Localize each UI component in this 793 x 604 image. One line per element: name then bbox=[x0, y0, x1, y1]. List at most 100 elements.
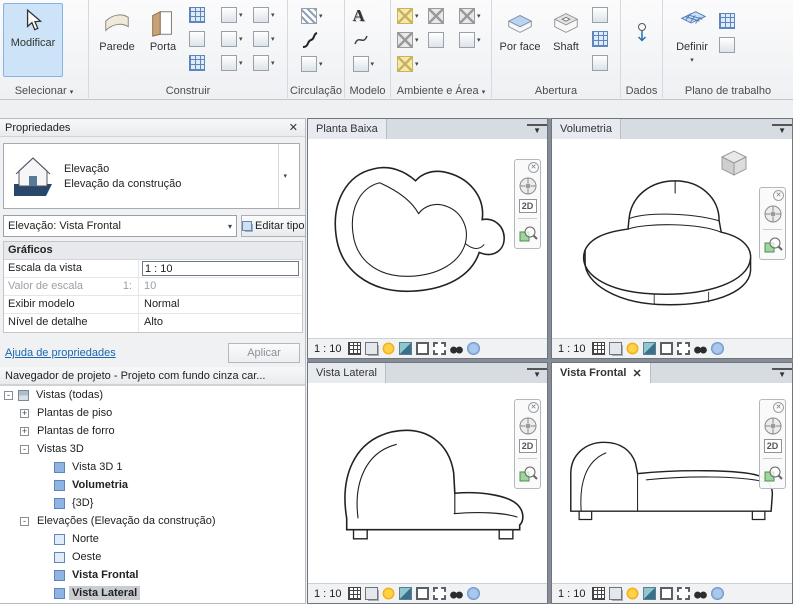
curtain-system-button[interactable] bbox=[187, 55, 219, 71]
window-button[interactable] bbox=[187, 7, 219, 23]
edit-type-button[interactable]: Editar tipo bbox=[241, 215, 306, 237]
steering-wheel-icon[interactable] bbox=[763, 204, 783, 224]
crop-view-icon[interactable] bbox=[415, 587, 429, 600]
tree-item-elevacoes[interactable]: - Elevações (Elevação da construção) bbox=[0, 512, 305, 530]
2d-wheel-icon[interactable]: 2D bbox=[763, 439, 782, 453]
color-scheme-button[interactable]: ▾ bbox=[395, 56, 426, 72]
type-selector-arrow[interactable]: ▾ bbox=[278, 144, 291, 208]
navbar-close-icon[interactable]: ✕ bbox=[528, 162, 539, 173]
crop-view-icon[interactable] bbox=[659, 587, 673, 600]
navigation-bar[interactable]: ✕ 2D bbox=[759, 399, 786, 489]
visual-style-icon[interactable] bbox=[608, 587, 622, 600]
viewport-vista-frontal[interactable]: Vista Frontal ✕ ▼ ✕ 2D 1: 10 bbox=[551, 362, 793, 604]
visual-style-icon[interactable] bbox=[608, 342, 622, 355]
steering-wheel-icon[interactable] bbox=[518, 416, 538, 436]
ramp-button[interactable]: ▾ bbox=[299, 56, 333, 72]
2d-wheel-icon[interactable]: 2D bbox=[518, 199, 537, 213]
shadows-icon[interactable] bbox=[642, 342, 656, 355]
model-group-button[interactable]: ▾ bbox=[351, 56, 385, 72]
component-button[interactable]: ▾ bbox=[219, 7, 251, 23]
tree-item-vistas-todas[interactable]: - Vistas (todas) bbox=[0, 386, 305, 404]
reveal-hidden-elements-icon[interactable] bbox=[466, 342, 480, 355]
reveal-hidden-elements-icon[interactable] bbox=[710, 587, 724, 600]
shadows-icon[interactable] bbox=[398, 587, 412, 600]
steering-wheel-icon[interactable] bbox=[763, 416, 783, 436]
tree-item-vistas-3d[interactable]: - Vistas 3D bbox=[0, 440, 305, 458]
apply-button[interactable]: Aplicar bbox=[228, 343, 300, 363]
tab-volumetria[interactable]: Volumetria bbox=[552, 119, 621, 139]
viewport-planta-baixa[interactable]: Planta Baixa ▼ ✕ 2D 1: 10 bbox=[307, 118, 548, 359]
show-crop-region-icon[interactable] bbox=[432, 342, 446, 355]
view-canvas[interactable]: ✕ bbox=[552, 139, 792, 338]
tree-toggle[interactable]: + bbox=[20, 408, 29, 418]
navigation-bar[interactable]: ✕ 2D bbox=[514, 159, 541, 249]
2d-wheel-icon[interactable]: 2D bbox=[518, 439, 537, 453]
railing-button[interactable]: ▾ bbox=[299, 8, 333, 24]
tree-item-vista-lateral[interactable]: Vista Lateral bbox=[0, 584, 305, 602]
tag-room-button[interactable]: ▾ bbox=[457, 8, 488, 24]
navigation-bar[interactable]: ✕ 2D bbox=[514, 399, 541, 489]
navbar-close-icon[interactable]: ✕ bbox=[773, 402, 784, 413]
show-crop-region-icon[interactable] bbox=[676, 587, 690, 600]
show-workplane-button[interactable] bbox=[717, 13, 743, 29]
viewcube-icon[interactable] bbox=[716, 145, 752, 179]
section-graficos[interactable]: Gráficos bbox=[4, 242, 302, 260]
sun-path-icon[interactable] bbox=[381, 587, 395, 600]
level-button[interactable] bbox=[621, 0, 662, 44]
dormer-opening-button[interactable] bbox=[590, 55, 616, 71]
opening-by-face-button[interactable]: Por face bbox=[498, 3, 542, 77]
area-button[interactable]: ▾ bbox=[395, 32, 426, 48]
tree-item-plantas-forro[interactable]: + Plantas de forro bbox=[0, 422, 305, 440]
show-crop-region-icon[interactable] bbox=[432, 587, 446, 600]
reveal-hidden-elements-icon[interactable] bbox=[466, 587, 480, 600]
tree-toggle[interactable]: + bbox=[20, 426, 29, 436]
zoom-icon[interactable] bbox=[763, 235, 783, 255]
tree-item-vista-3d-1[interactable]: Vista 3D 1 bbox=[0, 458, 305, 476]
type-selector[interactable]: Elevação Elevação da construção ▾ bbox=[3, 143, 300, 209]
wall-opening-button[interactable] bbox=[590, 7, 616, 23]
roof-button[interactable]: ▾ bbox=[251, 7, 283, 23]
tree-item-norte[interactable]: Norte bbox=[0, 530, 305, 548]
view-menu-icon[interactable]: ▼ bbox=[772, 368, 792, 379]
view-canvas[interactable]: ✕ 2D bbox=[552, 383, 792, 583]
temporary-hide-isolate-icon[interactable] bbox=[693, 587, 707, 600]
workplane-viewer-button[interactable] bbox=[717, 37, 743, 53]
tab-vista-frontal[interactable]: Vista Frontal ✕ bbox=[552, 363, 651, 383]
viewport-volumetria[interactable]: Volumetria ▼ ✕ 1: 10 bbox=[551, 118, 793, 359]
tree-item-volumetria[interactable]: Volumetria bbox=[0, 476, 305, 494]
view-scale[interactable]: 1 : 10 bbox=[558, 588, 586, 600]
navbar-close-icon[interactable]: ✕ bbox=[773, 190, 784, 201]
shadows-icon[interactable] bbox=[642, 587, 656, 600]
view-canvas[interactable]: ✕ 2D bbox=[308, 383, 547, 583]
detail-level-icon[interactable] bbox=[347, 587, 361, 600]
vertical-opening-button[interactable] bbox=[590, 31, 616, 47]
properties-help-link[interactable]: Ajuda de propriedades bbox=[5, 347, 116, 359]
set-workplane-button[interactable]: Definir ▾ bbox=[669, 3, 715, 77]
sun-path-icon[interactable] bbox=[381, 342, 395, 355]
detail-level-icon[interactable] bbox=[347, 342, 361, 355]
view-menu-icon[interactable]: ▼ bbox=[527, 368, 547, 379]
view-menu-icon[interactable]: ▼ bbox=[527, 124, 547, 135]
room-separator-button[interactable] bbox=[426, 8, 457, 24]
room-button[interactable]: ▾ bbox=[395, 8, 426, 24]
navigation-bar[interactable]: ✕ bbox=[759, 187, 786, 260]
shaft-opening-button[interactable]: Shaft bbox=[544, 3, 588, 77]
view-canvas[interactable]: ✕ 2D bbox=[308, 139, 547, 338]
tree-toggle[interactable]: - bbox=[20, 516, 29, 526]
steering-wheel-icon[interactable] bbox=[518, 176, 538, 196]
tab-vista-lateral[interactable]: Vista Lateral bbox=[308, 363, 386, 383]
view-scale[interactable]: 1 : 10 bbox=[314, 343, 342, 355]
model-line-button[interactable] bbox=[351, 32, 385, 48]
temporary-hide-isolate-icon[interactable] bbox=[449, 342, 463, 355]
shadows-icon[interactable] bbox=[398, 342, 412, 355]
tree-item-plantas-piso[interactable]: + Plantas de piso bbox=[0, 404, 305, 422]
model-text-button[interactable]: A bbox=[351, 6, 385, 26]
area-boundary-button[interactable] bbox=[426, 32, 457, 48]
viewport-vista-lateral[interactable]: Vista Lateral ▼ ✕ 2D 1: 10 bbox=[307, 362, 548, 604]
column-button[interactable] bbox=[187, 31, 219, 47]
modify-button[interactable]: Modificar bbox=[3, 3, 63, 77]
floor-button[interactable]: ▾ bbox=[251, 31, 283, 47]
temporary-hide-isolate-icon[interactable] bbox=[693, 342, 707, 355]
tab-planta-baixa[interactable]: Planta Baixa bbox=[308, 119, 387, 139]
visual-style-icon[interactable] bbox=[364, 342, 378, 355]
